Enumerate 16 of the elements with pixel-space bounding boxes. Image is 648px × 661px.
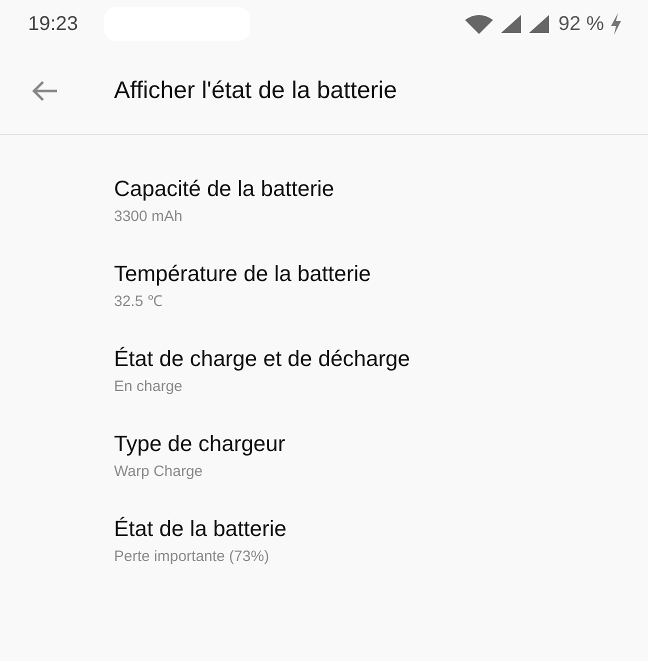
setting-value: Perte importante (73%): [114, 547, 270, 567]
battery-percentage: 92 %: [558, 12, 604, 36]
status-time: 19:23: [28, 12, 78, 36]
setting-title: État de la batterie: [114, 515, 288, 543]
setting-value: En charge: [114, 377, 184, 397]
setting-value: 3300 mAh: [114, 207, 184, 227]
setting-title: Capacité de la batterie: [114, 175, 336, 203]
setting-value: 32.5 ℃: [114, 292, 164, 312]
screen-title: Afficher l'état de la batterie: [114, 77, 397, 105]
setting-title: Température de la batterie: [114, 260, 372, 288]
setting-value: Warp Charge: [114, 462, 204, 482]
signal-icon: [528, 14, 550, 34]
setting-title: Type de chargeur: [114, 430, 286, 458]
signal-icon: [500, 14, 522, 34]
setting-title: État de charge et de décharge: [114, 345, 411, 373]
wifi-icon: [464, 14, 494, 34]
